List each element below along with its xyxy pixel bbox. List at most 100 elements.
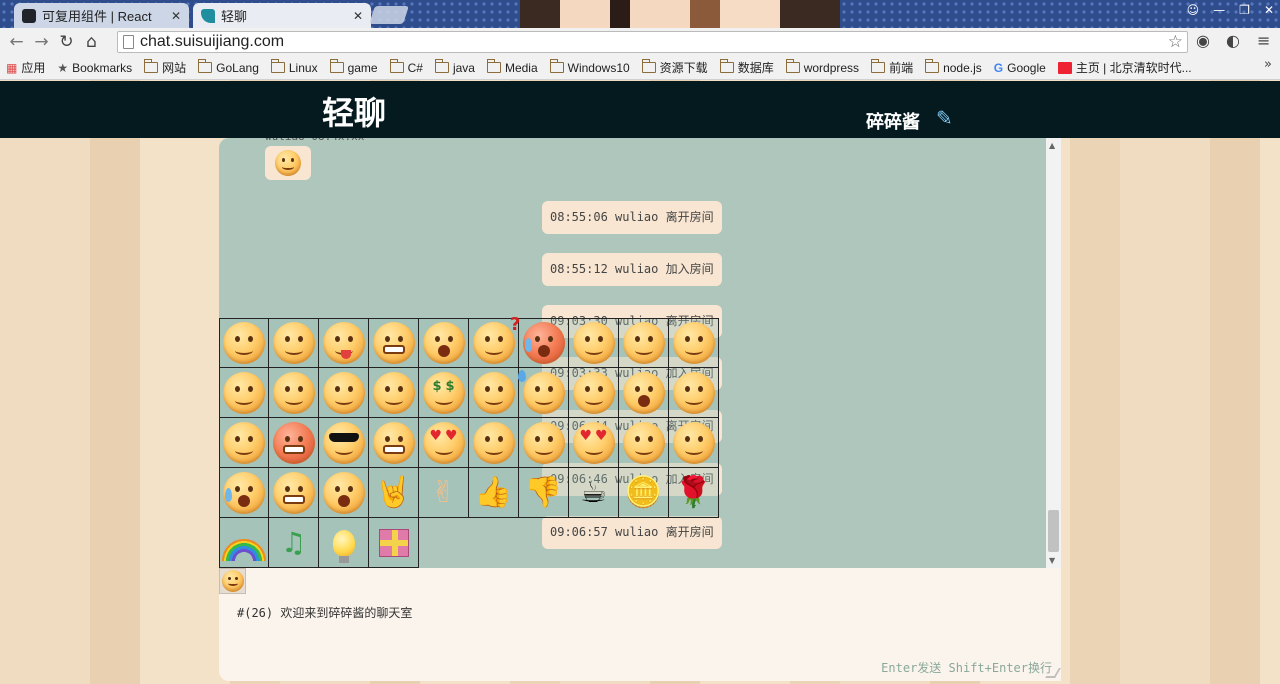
emoji-cell[interactable] xyxy=(369,518,419,568)
bookmark-folder[interactable]: node.js xyxy=(919,59,988,75)
emoji-cell[interactable] xyxy=(469,368,519,418)
bookmark-label: Windows10 xyxy=(567,60,630,75)
grin-emoji-icon xyxy=(322,371,365,414)
emoji-cell[interactable] xyxy=(219,368,269,418)
emoji-cell[interactable] xyxy=(669,418,719,468)
bookmark-label: 应用 xyxy=(21,61,46,75)
tab-chat[interactable]: 轻聊 ✕ xyxy=(193,3,371,28)
bookmark-star-icon[interactable]: ☆ xyxy=(1168,32,1183,52)
emoji-cell[interactable] xyxy=(319,368,369,418)
room-name[interactable]: 碎碎酱 xyxy=(866,108,920,134)
rose-emoji-icon: 🌹 xyxy=(674,474,713,510)
red-angry-emoji-icon xyxy=(272,421,315,464)
emoji-cell[interactable] xyxy=(569,418,619,468)
surprised-emoji-icon xyxy=(422,322,465,364)
emoji-cell[interactable] xyxy=(419,318,469,368)
bookmark-folder[interactable]: wordpress xyxy=(780,59,865,75)
window-controls: ☺ — ❐ ✕ xyxy=(1187,3,1274,17)
bookmark-folder[interactable]: Windows10 xyxy=(544,59,636,75)
emoji-cell[interactable] xyxy=(219,468,269,518)
extension-wifi-icon[interactable]: ◉ xyxy=(1196,31,1210,50)
reload-icon[interactable]: ↻ xyxy=(54,32,79,52)
emoji-cell[interactable] xyxy=(269,468,319,518)
emoji-cell[interactable] xyxy=(319,418,369,468)
bookmark-folder[interactable]: GoLang xyxy=(192,59,265,75)
restore-icon[interactable]: ❐ xyxy=(1239,3,1250,17)
emoji-cell[interactable] xyxy=(469,418,519,468)
emoji-toggle-button[interactable] xyxy=(219,568,246,594)
emoji-cell[interactable] xyxy=(269,368,319,418)
bookmark-google[interactable]: G Google xyxy=(988,61,1052,75)
bookmark-folder[interactable]: 数据库 xyxy=(714,59,780,76)
bookmark-folder[interactable]: Media xyxy=(481,59,544,75)
forward-icon[interactable]: → xyxy=(29,32,54,52)
bookmarks-overflow-button[interactable]: » xyxy=(1264,57,1272,72)
message-scrollbar[interactable]: ▲ ▼ xyxy=(1046,138,1061,568)
folder-icon xyxy=(549,59,564,73)
close-window-icon[interactable]: ✕ xyxy=(1264,3,1274,17)
emoji-cell[interactable]: ? xyxy=(469,314,521,368)
emoji-cell[interactable]: 🤘 xyxy=(369,468,419,518)
emoji-cell[interactable] xyxy=(619,318,669,368)
emoji-cell[interactable] xyxy=(369,368,419,418)
bookmark-folder[interactable]: java xyxy=(429,59,481,75)
emoji-cell[interactable] xyxy=(219,318,269,368)
bookmark-bookmarks[interactable]: ★ Bookmarks xyxy=(51,61,138,75)
emoji-cell[interactable] xyxy=(269,318,319,368)
emoji-cell[interactable] xyxy=(319,468,369,518)
emoji-cell[interactable] xyxy=(419,418,469,468)
emoji-cell[interactable] xyxy=(269,418,319,468)
pencil-icon[interactable]: ✎ xyxy=(936,106,953,130)
bookmark-folder[interactable]: Linux xyxy=(265,59,324,75)
new-tab-button[interactable] xyxy=(369,6,409,24)
emoji-cell[interactable]: ☕ xyxy=(569,468,619,518)
bookmark-label: 主页 | 北京清软时代... xyxy=(1075,61,1192,75)
emoji-cell[interactable]: 🪙 xyxy=(619,468,669,518)
emoji-cell[interactable] xyxy=(319,518,369,568)
scroll-down-icon[interactable]: ▼ xyxy=(1049,556,1055,565)
emoji-cell[interactable] xyxy=(569,368,619,418)
emoji-cell[interactable] xyxy=(619,418,669,468)
back-icon[interactable]: ← xyxy=(4,32,29,52)
menu-icon[interactable]: ≡ xyxy=(1257,31,1270,50)
emoji-cell[interactable] xyxy=(219,418,269,468)
emoji-cell[interactable]: ✌ xyxy=(419,468,469,518)
emoji-cell[interactable] xyxy=(669,318,719,368)
emoji-cell[interactable]: ♫ xyxy=(269,518,319,568)
browser-tab-strip: 可复用组件 | React ✕ 轻聊 ✕ ☺ — ❐ ✕ xyxy=(0,0,1280,28)
emoji-cell[interactable] xyxy=(619,368,669,418)
close-tab-icon[interactable]: ✕ xyxy=(353,9,363,23)
question-emoji-icon: ? xyxy=(472,314,521,364)
bookmark-homepage[interactable]: 主页 | 北京清软时代... xyxy=(1052,59,1198,76)
emoji-cell[interactable] xyxy=(517,368,569,418)
home-icon[interactable]: ⌂ xyxy=(79,32,104,52)
address-bar[interactable]: chat.suisuijiang.com ☆ xyxy=(117,31,1188,53)
extension-translate-icon[interactable]: ◐ xyxy=(1226,31,1240,50)
emoji-cell[interactable]: 🌹 xyxy=(669,468,719,518)
emoji-cell[interactable] xyxy=(519,418,569,468)
smile-emoji-icon xyxy=(275,150,301,176)
bookmark-folder[interactable]: 资源下载 xyxy=(636,59,714,76)
emoji-cell[interactable] xyxy=(519,318,569,368)
emoji-cell[interactable] xyxy=(419,368,469,418)
bookmark-folder[interactable]: C# xyxy=(384,59,429,75)
emoji-cell[interactable] xyxy=(669,368,719,418)
emoji-cell[interactable] xyxy=(369,418,419,468)
close-tab-icon[interactable]: ✕ xyxy=(171,9,181,23)
emoji-cell[interactable] xyxy=(569,318,619,368)
emoji-cell[interactable]: 👎 xyxy=(519,468,569,518)
scroll-up-icon[interactable]: ▲ xyxy=(1049,141,1055,150)
bookmark-folder[interactable]: 网站 xyxy=(138,59,192,76)
emoji-cell[interactable] xyxy=(319,318,369,368)
emoji-cell[interactable] xyxy=(369,318,419,368)
bookmark-folder[interactable]: 前端 xyxy=(865,59,919,76)
scrollbar-thumb[interactable] xyxy=(1048,510,1059,552)
emoji-cell[interactable] xyxy=(219,518,269,568)
folder-icon xyxy=(785,59,800,73)
tab-react[interactable]: 可复用组件 | React ✕ xyxy=(14,3,189,28)
profile-icon[interactable]: ☺ xyxy=(1187,3,1200,17)
bookmark-folder[interactable]: game xyxy=(324,59,384,75)
bookmark-apps[interactable]: ▦ 应用 xyxy=(0,59,51,76)
minimize-icon[interactable]: — xyxy=(1213,3,1225,17)
emoji-cell[interactable]: 👍 xyxy=(469,468,519,518)
